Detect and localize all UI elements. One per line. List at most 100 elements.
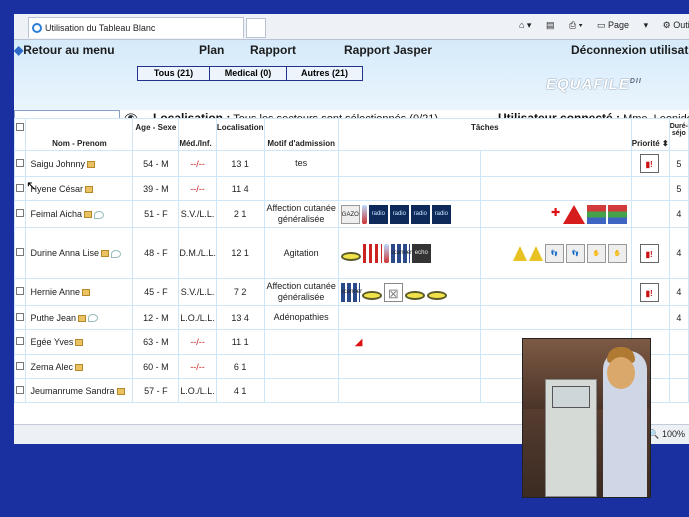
blood-tube-icon[interactable] xyxy=(383,243,389,263)
flask-icon[interactable] xyxy=(512,245,527,261)
row-checkbox[interactable] xyxy=(14,278,27,306)
tab-tous[interactable]: Tous (21) xyxy=(138,67,210,80)
patient-name-cell[interactable]: Durine Anna Lise xyxy=(25,227,134,279)
patient-name-cell[interactable]: Egée Yves xyxy=(25,329,134,355)
browser-tab[interactable]: Utilisation du Tableau Blanc xyxy=(28,17,244,38)
patient-name-cell[interactable]: Hyene César xyxy=(25,176,134,201)
patient-name-cell[interactable]: Hernie Anne xyxy=(25,278,134,306)
col-age[interactable]: Age - Sexe xyxy=(132,118,180,151)
radio-icon[interactable]: radio xyxy=(389,204,409,224)
report-link[interactable]: Rapport xyxy=(250,43,296,57)
patient-name[interactable]: Egée Yves xyxy=(30,337,73,347)
table-row[interactable]: Feimal Aicha 51 - F S.V./L.L. 2 1 Affection … xyxy=(14,200,689,228)
petri-dish-icon[interactable] xyxy=(361,290,382,300)
folder-icon[interactable] xyxy=(101,250,110,258)
hand-icon[interactable]: ✋ xyxy=(586,243,606,263)
feeds-icon[interactable]: ▤ xyxy=(546,20,555,30)
speech-bubble-icon[interactable] xyxy=(94,210,104,219)
radio-icon[interactable]: radio xyxy=(368,204,388,224)
row-checkbox[interactable] xyxy=(14,227,27,279)
patient-name-cell[interactable]: Feimal Aicha xyxy=(25,200,134,228)
flask-icon[interactable] xyxy=(528,245,543,261)
patient-name[interactable]: Hernie Anne xyxy=(30,287,80,297)
speech-bubble-icon[interactable] xyxy=(88,314,99,323)
patient-name-cell[interactable]: Saigu Johnny xyxy=(25,150,134,177)
plan-link[interactable]: Plan xyxy=(199,43,224,57)
col-motif[interactable]: Motif d'admission xyxy=(263,118,339,151)
petri-dish-icon[interactable] xyxy=(340,251,361,261)
row-checkbox[interactable] xyxy=(14,176,27,201)
tab-autres[interactable]: Autres (21) xyxy=(287,67,362,80)
col-priority[interactable]: Priorité ⬍ xyxy=(630,118,670,151)
patient-name[interactable]: Saigu Johnny xyxy=(30,159,85,169)
prescription-doc-icon[interactable]: ▮! xyxy=(639,154,659,173)
footprint-icon[interactable]: 👣 xyxy=(544,243,564,263)
books-icon[interactable] xyxy=(586,204,606,224)
row-checkbox[interactable] xyxy=(14,354,27,379)
select-all-checkbox[interactable] xyxy=(14,118,27,151)
footprint-icon[interactable]: 👣 xyxy=(565,243,585,263)
patient-name-cell[interactable]: Jeumanrume Sandra xyxy=(25,378,134,403)
col-loc[interactable]: Localisation xyxy=(215,118,265,151)
folder-icon[interactable] xyxy=(82,289,91,297)
prescription-doc-icon[interactable]: ▮! xyxy=(639,282,659,302)
folder-icon[interactable] xyxy=(116,387,125,395)
table-row[interactable]: Durine Anna Lise 48 - F D.M./L.L. 12 1 Agita… xyxy=(14,227,689,279)
row-checkbox[interactable] xyxy=(14,305,27,330)
table-row[interactable]: Saigu Johnny 54 - M --/-- 13 1 tes ▮! 5 xyxy=(14,150,689,177)
print-icon[interactable]: ⎙ ▾ xyxy=(569,20,582,30)
folder-icon[interactable] xyxy=(85,185,93,193)
scanner-icon[interactable]: scanner xyxy=(340,282,362,302)
report-jasper-link[interactable]: Rapport Jasper xyxy=(344,43,432,57)
folder-icon[interactable] xyxy=(87,160,96,168)
tubes-icon[interactable] xyxy=(362,243,382,263)
warning-icon[interactable] xyxy=(562,204,585,224)
col-med[interactable]: Méd./Inf. xyxy=(178,118,217,151)
echo-icon[interactable]: echo xyxy=(411,243,431,263)
radio-icon[interactable]: radio xyxy=(410,204,430,224)
table-row[interactable]: Puthe Jean 12 - M L.O./L.L. 13 4 Adénopathie… xyxy=(14,305,689,330)
patient-name[interactable]: Puthe Jean xyxy=(30,313,76,323)
new-tab-button[interactable] xyxy=(246,18,266,38)
col-name[interactable]: Nom - Prenom xyxy=(25,118,134,151)
petri-dish-icon[interactable] xyxy=(404,290,425,300)
row-checkbox[interactable] xyxy=(14,378,27,403)
zoom-control[interactable]: 🔍 100% xyxy=(648,429,685,440)
patient-name[interactable]: Jeumanrume Sandra xyxy=(30,386,114,396)
patient-name[interactable]: Feimal Aicha xyxy=(30,209,82,219)
first-aid-icon[interactable]: ✚ xyxy=(551,207,560,219)
tab-medical[interactable]: Medical (0) xyxy=(210,67,287,80)
tools-menu[interactable]: ⚙ Outils xyxy=(663,20,689,30)
row-checkbox[interactable] xyxy=(14,150,27,177)
col-duration[interactable]: Duré­séjo xyxy=(668,118,689,151)
table-row[interactable]: Hernie Anne 45 - F S.V./L.L. 7 2 Affection c… xyxy=(14,278,689,306)
patient-name-cell[interactable]: Puthe Jean xyxy=(25,305,134,330)
scanner-icon[interactable]: scanner xyxy=(390,243,412,263)
logout-link[interactable]: Déconnexion utilisat xyxy=(571,43,688,57)
prescription-doc-icon[interactable]: ▮! xyxy=(639,243,659,263)
folder-icon[interactable] xyxy=(75,339,84,347)
books-icon[interactable] xyxy=(607,204,627,224)
home-icon[interactable]: ⌂ ▾ xyxy=(519,20,531,30)
radio-icon[interactable]: radio xyxy=(431,204,451,224)
folder-icon[interactable] xyxy=(75,363,83,371)
col-tasks[interactable]: Tâches xyxy=(337,118,632,151)
row-checkbox[interactable] xyxy=(14,329,27,355)
page-menu[interactable]: ▭ Page ▾ xyxy=(597,20,648,30)
patient-name[interactable]: Zema Alec xyxy=(30,362,73,372)
row-checkbox[interactable] xyxy=(14,200,27,228)
table-row[interactable]: Hyene César 39 - M --/-- 11 4 5 xyxy=(14,176,689,201)
patient-name[interactable]: Durine Anna Lise xyxy=(30,248,99,258)
patient-name-cell[interactable]: Zema Alec xyxy=(25,354,134,379)
folder-icon[interactable] xyxy=(78,314,87,322)
patient-name[interactable]: Hyene César xyxy=(30,184,83,194)
folder-icon[interactable] xyxy=(84,211,92,219)
gazo-icon[interactable]: GAZO xyxy=(340,204,360,224)
blood-tube-icon[interactable] xyxy=(361,204,367,224)
speech-bubble-icon[interactable] xyxy=(111,249,122,258)
hand-icon[interactable]: ✋ xyxy=(607,243,627,263)
filter-tabs: Tous (21) Medical (0) Autres (21) xyxy=(137,66,363,81)
back-to-menu-link[interactable]: ◆Retour au menu xyxy=(14,43,115,57)
cancelled-task-icon[interactable]: ⊠ xyxy=(383,282,403,302)
petri-dish-icon[interactable] xyxy=(426,290,447,300)
